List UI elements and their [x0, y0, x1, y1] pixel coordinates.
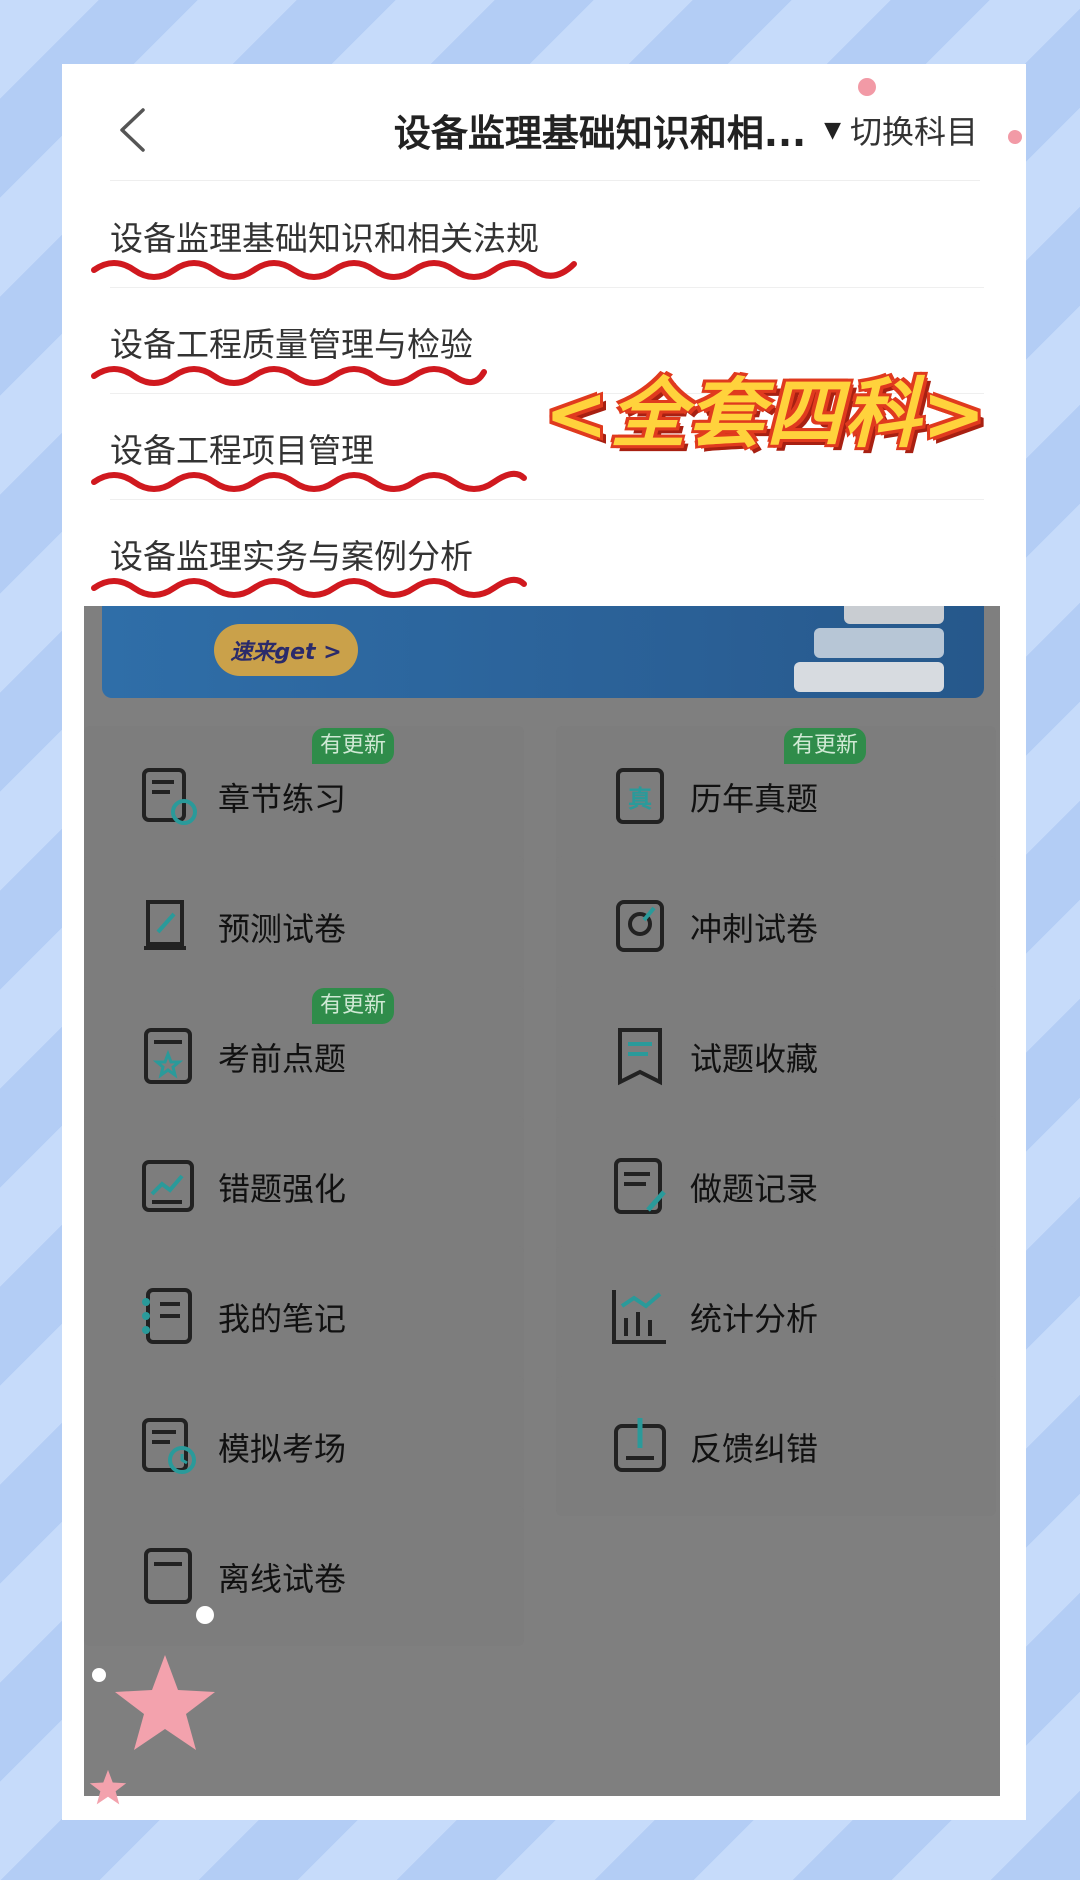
star-decoration-icon: [115, 1655, 215, 1750]
subject-selector[interactable]: 设备监理基础知识和相... ▼: [301, 100, 841, 160]
offline-paper-icon: [136, 1544, 200, 1608]
subject-option-label: 设备监理实务与案例分析: [110, 537, 473, 576]
feature-tile[interactable]: 反馈纠错: [556, 1376, 996, 1516]
feature-tile-label: 反馈纠错: [690, 1430, 819, 1468]
wrong-questions-icon: [136, 1154, 200, 1218]
feature-tile-label: 考前点题: [218, 1040, 347, 1078]
red-underline: [91, 576, 527, 598]
feature-tile[interactable]: 做题记录: [556, 1116, 996, 1256]
feature-tile[interactable]: 冲刺试卷: [556, 856, 996, 996]
feature-tile-label: 模拟考场: [218, 1430, 347, 1468]
sprint-paper-icon: [608, 894, 672, 958]
feature-tile[interactable]: 试题收藏: [556, 986, 996, 1126]
feature-tile-label: 我的笔记: [218, 1300, 347, 1338]
subject-option[interactable]: 设备监理基础知识和相关法规: [91, 182, 984, 288]
pre-exam-tips-icon: [136, 1024, 200, 1088]
svg-text:真: 真: [628, 785, 652, 813]
small-star-decoration-icon: [89, 1769, 127, 1805]
feature-tile-label: 冲刺试卷: [690, 910, 819, 948]
update-badge: 有更新: [312, 988, 395, 1024]
red-underline: [91, 260, 577, 280]
practice-record-icon: [608, 1154, 672, 1218]
feedback-icon: [608, 1414, 672, 1478]
dot-decoration: [858, 78, 876, 96]
page-title: 设备监理基础知识和相...: [393, 112, 807, 155]
caret-down-icon: ▼: [824, 117, 841, 143]
books-illustration: [754, 606, 954, 698]
feature-tile[interactable]: 章节练习 有更新: [84, 726, 524, 866]
back-arrow-icon: [120, 108, 145, 152]
subject-option[interactable]: 设备监理实务与案例分析: [91, 500, 984, 606]
switch-subject-button[interactable]: 切换科目: [850, 104, 978, 156]
header-divider: [110, 180, 980, 181]
update-badge: 有更新: [312, 728, 395, 764]
banner-button[interactable]: 速来get >: [214, 624, 358, 676]
feature-tile[interactable]: 错题强化: [84, 1116, 524, 1256]
feature-tile[interactable]: 我的笔记: [84, 1246, 524, 1386]
subject-option-label: 设备监理基础知识和相关法规: [110, 219, 539, 258]
subject-option-label: 设备工程项目管理: [110, 431, 374, 470]
feature-tile[interactable]: 考前点题 有更新: [84, 986, 524, 1126]
update-badge: 有更新: [784, 728, 867, 764]
feature-tile-label: 预测试卷: [218, 910, 347, 948]
feature-tile[interactable]: 预测试卷: [84, 856, 524, 996]
prediction-paper-icon: [136, 894, 200, 958]
favorites-icon: [608, 1024, 672, 1088]
feature-tile[interactable]: 真 历年真题 有更新: [556, 726, 996, 866]
feature-tile-label: 试题收藏: [690, 1040, 819, 1078]
feature-tile-label: 做题记录: [690, 1170, 819, 1208]
feature-tile-label: 历年真题: [690, 780, 819, 818]
feature-tile-label: 章节练习: [218, 780, 347, 818]
mock-exam-icon: [136, 1414, 200, 1478]
back-button[interactable]: [110, 104, 154, 156]
promo-sticker: <全套四科>: [544, 369, 988, 458]
past-exam-icon: 真: [608, 764, 672, 828]
promo-banner[interactable]: 速来get >: [102, 606, 984, 698]
subject-option-label: 设备工程质量管理与检验: [110, 325, 473, 364]
notes-icon: [136, 1284, 200, 1348]
feature-tile[interactable]: 离线试卷: [84, 1506, 524, 1646]
red-underline: [91, 470, 527, 492]
dot-decoration: [92, 1668, 106, 1682]
feature-tile-label: 离线试卷: [218, 1560, 347, 1598]
dot-decoration: [196, 1606, 214, 1624]
feature-tile[interactable]: 统计分析: [556, 1246, 996, 1386]
chapter-practice-icon: [136, 764, 200, 828]
dot-decoration: [1008, 130, 1022, 144]
feature-tile-label: 统计分析: [690, 1300, 819, 1338]
feature-tile[interactable]: 模拟考场: [84, 1376, 524, 1516]
statistics-icon: [608, 1284, 672, 1348]
feature-tile-label: 错题强化: [218, 1170, 347, 1208]
